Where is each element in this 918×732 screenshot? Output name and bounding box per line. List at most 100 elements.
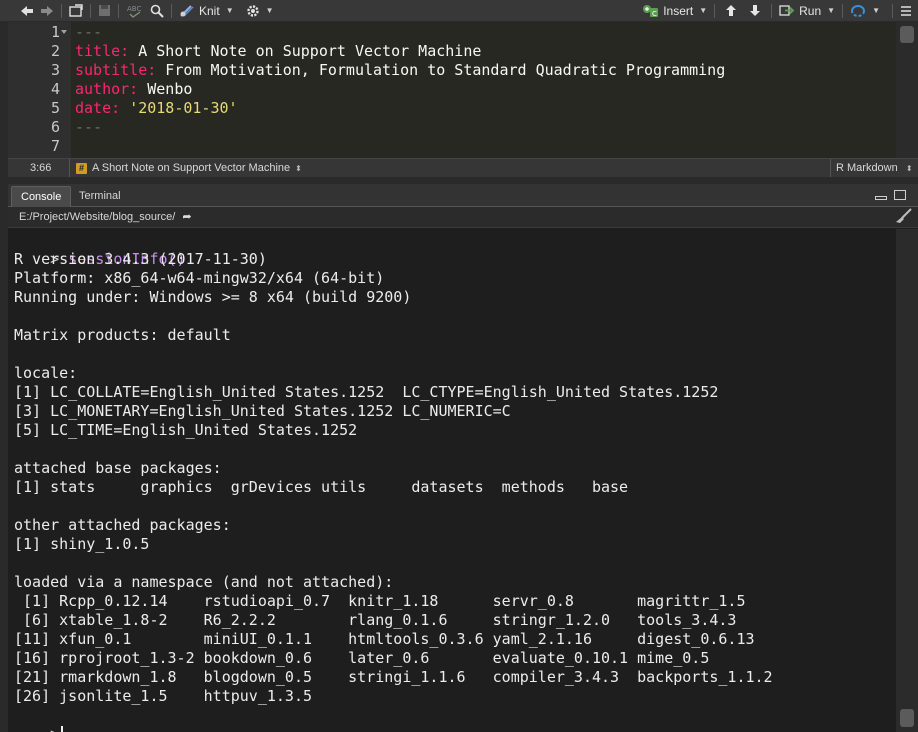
rerun-icon [851, 4, 866, 17]
back-button[interactable] [0, 0, 37, 22]
editor-toolbar: ABC Knit ▼ ▼ C Insert ▼ Run ▼ ▼ [0, 0, 918, 22]
console-output-line: Running under: Windows >= 8 x64 (build 9… [14, 288, 412, 306]
knit-button[interactable]: Knit ▼ [176, 0, 237, 22]
line-number: 6 [50, 118, 60, 136]
next-chunk-button[interactable] [743, 0, 767, 22]
console-output-line: Matrix products: default [14, 326, 231, 344]
editor-status-bar: 3:66 # A Short Note on Support Vector Ma… [8, 158, 918, 177]
toolbar-separator [771, 3, 773, 18]
arrow-right-icon [41, 5, 53, 16]
pane-splitter[interactable] [0, 177, 918, 184]
spellcheck-button[interactable]: ABC [123, 0, 147, 22]
toolbar-separator [90, 3, 91, 18]
console-output-line: [1] stats graphics grDevices utils datas… [14, 478, 629, 496]
code-text: author: Wenbo [75, 80, 192, 99]
find-replace-button[interactable] [147, 0, 167, 22]
fold-toggle-icon[interactable] [61, 30, 67, 34]
save-icon [99, 5, 110, 16]
console-output-line: other attached packages: [14, 516, 231, 534]
console-output-line: [1] LC_COLLATE=English_United States.125… [14, 383, 719, 401]
arrow-up-icon [726, 5, 737, 16]
save-button[interactable] [95, 0, 114, 22]
console-output-line: [16] rprojroot_1.3-2 bookdown_0.6 later_… [14, 649, 710, 667]
go-to-directory-icon[interactable]: ➦ [182, 207, 191, 227]
chevron-down-icon: ▼ [872, 6, 880, 15]
console-output-line: [6] xtable_1.8-2 R6_2.2.2 rlang_0.1.6 st… [14, 611, 737, 629]
toolbar-separator [714, 3, 716, 18]
console-tab-bar: Console Terminal [8, 184, 918, 207]
chevron-down-icon: ▼ [265, 6, 274, 15]
console-output-line: [11] xfun_0.1 miniUI_0.1.1 htmltools_0.3… [14, 630, 755, 648]
tab-console[interactable]: Console [11, 186, 72, 207]
left-edge [0, 22, 8, 732]
code-text: subtitle: From Motivation, Formulation t… [75, 61, 725, 80]
console-scrollbar[interactable] [896, 229, 918, 732]
source-editor[interactable]: 1 --- 2 title: A Short Note on Support Vect… [8, 22, 896, 158]
scrollbar-thumb[interactable] [900, 709, 914, 727]
code-token: --- [75, 118, 103, 136]
working-directory-path: E:/Project/Website/blog_source/ [19, 211, 176, 223]
code-token: title: [75, 42, 130, 60]
working-directory-bar: E:/Project/Website/blog_source/ ➦ [8, 207, 918, 228]
maximize-pane-button[interactable] [894, 190, 906, 200]
tab-label: Terminal [79, 190, 121, 202]
run-button[interactable]: Run ▼ [776, 0, 838, 22]
show-in-window-button[interactable] [66, 0, 86, 22]
console-output-line: [3] LC_MONETARY=English_United States.12… [14, 402, 511, 420]
outline-label: A Short Note on Support Vector Machine [92, 162, 291, 174]
popout-icon [69, 4, 83, 17]
console-command-line: > sessionInfo() [14, 231, 185, 268]
forward-button[interactable] [37, 0, 57, 22]
toolbar-separator [118, 3, 119, 18]
console-output-line: Platform: x86_64-w64-mingw32/x64 (64-bit… [14, 269, 385, 287]
line-number: 3 [50, 61, 60, 79]
outline-button[interactable] [897, 0, 918, 22]
knit-label: Knit [199, 3, 220, 18]
code-token: subtitle: [75, 61, 157, 79]
scrollbar-thumb[interactable] [900, 26, 914, 43]
knit-icon [180, 4, 194, 17]
outline-jump[interactable]: # A Short Note on Support Vector Machine… [70, 159, 830, 177]
console-input-line[interactable]: > [14, 706, 64, 732]
minimize-pane-button[interactable] [875, 196, 887, 200]
console-output-line: [26] jsonlite_1.5 httpuv_1.3.5 [14, 687, 313, 705]
code-token: --- [75, 23, 103, 41]
spellcheck-icon: ABC [127, 5, 141, 18]
console-output[interactable]: > sessionInfo() R version 3.4.3 (2017-11… [8, 229, 896, 732]
console-output-line: [1] Rcpp_0.12.14 rstudioapi_0.7 knitr_1.… [14, 592, 746, 610]
console-output-line: [21] rmarkdown_1.8 blogdown_0.5 stringi_… [14, 668, 773, 686]
editor-scrollbar[interactable] [896, 22, 918, 158]
console-output-line: locale: [14, 364, 78, 382]
toolbar-separator [171, 3, 172, 18]
search-icon [150, 4, 164, 18]
insert-chunk-icon: C [643, 4, 659, 18]
tab-terminal[interactable]: Terminal [70, 186, 130, 207]
run-icon [779, 5, 795, 16]
toolbar-separator [61, 3, 62, 18]
code-text: --- [75, 23, 102, 42]
previous-chunk-button[interactable] [719, 0, 743, 22]
line-number: 1 [50, 23, 60, 41]
settings-button[interactable]: ▼ [243, 0, 277, 22]
document-type-select[interactable]: R Markdown ⬍ [830, 159, 918, 177]
chevron-up-down-icon: ⬍ [905, 164, 913, 173]
gear-icon [246, 4, 259, 17]
chevron-down-icon: ▼ [699, 6, 708, 15]
outline-icon [901, 5, 911, 16]
clear-console-button[interactable] [894, 208, 912, 231]
line-number: 2 [50, 42, 60, 60]
console-prompt: > [50, 725, 59, 732]
arrow-left-icon [21, 5, 33, 16]
chevron-up-down-icon: ⬍ [295, 163, 302, 173]
line-number: 7 [50, 137, 60, 155]
console-output-line: [5] LC_TIME=English_United States.1252 [14, 421, 358, 439]
rerun-button[interactable]: ▼ [847, 0, 888, 22]
insert-chunk-button[interactable]: C Insert ▼ [639, 0, 710, 22]
toolbar-separator [892, 3, 893, 18]
tab-label: Console [21, 191, 62, 203]
run-label: Run [799, 3, 822, 18]
svg-text:C: C [652, 10, 657, 18]
line-number: 5 [50, 99, 60, 117]
broom-icon [896, 208, 912, 223]
